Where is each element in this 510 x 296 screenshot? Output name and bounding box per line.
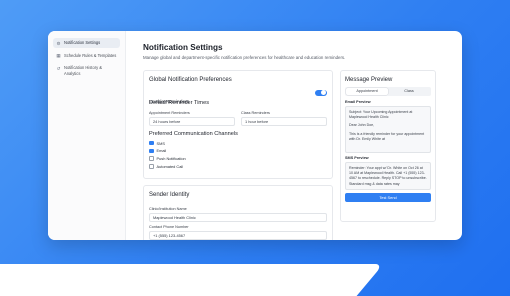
sidebar-item-label: Notification Settings [64,40,101,45]
sidebar: ⚙ Notification Settings ▦ Schedule Rules… [48,31,126,240]
checkbox-checked [149,140,154,146]
clinic-name-input[interactable]: Maplewood Health Clinic [149,212,327,222]
email-subject: Subject: Your Upcoming Appointment at Ma… [349,110,413,120]
global-preferences-title: Global Notification Preferences [149,77,232,83]
toggle-knob [321,90,327,96]
channel-label: Automated Call [156,163,184,169]
channel-call-checkbox[interactable]: Automated Call [149,164,327,169]
tab-appointment[interactable]: Appointment [346,88,388,95]
enable-reminders-label: Enable Reminders [149,100,190,105]
page-title: Notification Settings [143,43,223,52]
sidebar-item-label: Schedule Rules & Templates [64,52,117,58]
enable-reminders-toggle[interactable] [315,89,327,96]
appointment-reminders-label: Appointment Reminders [149,111,190,115]
calendar-icon: ▦ [56,53,61,59]
app-window: ⚙ Notification Settings ▦ Schedule Rules… [48,31,462,240]
sms-preview-label: SMS Preview [345,156,369,160]
class-reminders-select[interactable]: 1 hour before [241,116,327,126]
sidebar-item-label: Notification History & Analytics [64,65,102,76]
channel-label: SMS [156,140,165,146]
channel-push-checkbox[interactable]: Push Notification [149,156,327,161]
channel-sms-checkbox[interactable]: SMS [149,141,327,146]
phone-label: Contact Phone Number [149,225,189,229]
phone-input[interactable]: +1 (555) 123-4567 [149,230,327,240]
checkbox-unchecked [149,164,154,169]
sender-identity-card: Sender Identity Clinic/Institution Name … [143,185,333,240]
message-preview-card: Message Preview Appointment Class Email … [340,70,436,222]
tab-class[interactable]: Class [388,88,430,95]
message-preview-title: Message Preview [345,77,393,83]
sms-body: Reminder: Your appt w/ Dr. White on Oct … [349,166,427,186]
gear-icon: ⚙ [56,40,61,46]
background-wave [0,264,330,296]
email-preview-box: Subject: Your Upcoming Appointment at Ma… [345,106,431,153]
clinic-name-label: Clinic/Institution Name [149,207,187,211]
page-subtitle: Manage global and department-specific no… [143,55,346,60]
global-preferences-card: Global Notification Preferences Enable R… [143,70,333,179]
channels-title: Preferred Communication Channels [149,130,238,137]
channel-label: Push Notification [156,156,186,162]
sms-preview-box: Reminder: Your appt w/ Dr. White on Oct … [345,162,431,190]
main-content: Notification Settings Manage global and … [143,43,462,240]
appointment-reminders-select[interactable]: 24 hours before [149,116,235,126]
history-icon: ↺ [56,65,61,71]
sidebar-item-notification-settings[interactable]: ⚙ Notification Settings [53,38,120,48]
class-reminders-label: Class Reminders [241,111,270,115]
test-send-button[interactable]: Test Send [345,193,431,202]
sidebar-item-history-analytics[interactable]: ↺ Notification History & Analytics [53,63,120,78]
channels-list: SMS Email Push Notification Automated Ca… [149,141,327,169]
email-body: This is a friendly reminder for your app… [349,131,425,141]
channel-label: Email [156,148,167,154]
email-greeting: Dear John Doe, [349,123,375,128]
sender-identity-title: Sender Identity [149,192,190,198]
checkbox-checked [149,148,154,154]
preview-tabs: Appointment Class [345,87,431,96]
channel-email-checkbox[interactable]: Email [149,148,327,153]
email-preview-label: Email Preview [345,100,371,104]
sidebar-item-schedule-rules[interactable]: ▦ Schedule Rules & Templates [53,51,120,61]
checkbox-unchecked [149,156,154,161]
